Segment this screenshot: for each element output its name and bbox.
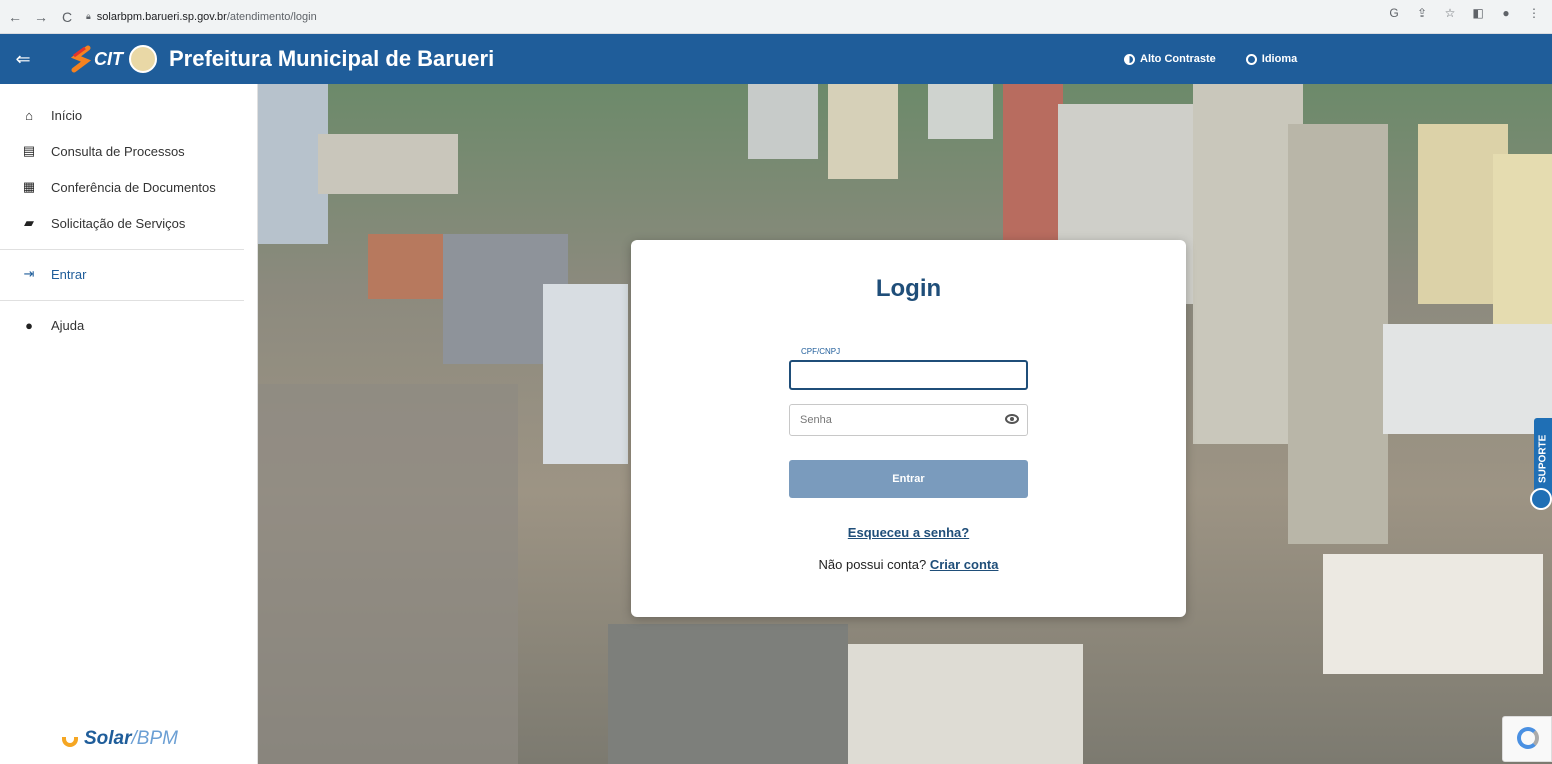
create-account-link[interactable]: Criar conta <box>930 557 999 572</box>
login-title: Login <box>875 275 942 302</box>
login-icon: ⇥ <box>23 266 35 281</box>
language-label: Idioma <box>1261 53 1298 65</box>
url-host: solarbpm.barueri.sp.gov.br <box>96 10 227 23</box>
signup-prompt-text: Não possui conta? <box>818 557 927 572</box>
neighborhood <box>258 384 518 764</box>
solar-sun-icon <box>62 737 78 747</box>
sidebar-divider <box>0 249 244 250</box>
building <box>928 84 993 139</box>
signup-prompt: Não possui conta? Criar conta <box>631 557 1186 572</box>
collapse-menu-icon[interactable]: ⇐ <box>0 34 46 84</box>
sidepanel-icon[interactable]: ◧ <box>1470 6 1486 20</box>
lock-icon: 🔒︎ <box>86 11 91 21</box>
sidebar-item-solicitacao-servicos[interactable]: ▰ Solicitação de Serviços <box>0 205 257 241</box>
sidebar-item-label: Início <box>51 107 83 123</box>
page-title: Prefeitura Municipal de Barueri <box>169 46 495 71</box>
recaptcha-icon <box>1517 727 1539 749</box>
building <box>1193 84 1303 444</box>
cit-logo-text: CIT <box>94 48 123 69</box>
address-bar[interactable]: 🔒︎ solarbpm.barueri.sp.gov.br/atendiment… <box>86 5 317 29</box>
building <box>838 644 1083 764</box>
chat-bubble-icon[interactable] <box>1530 488 1552 510</box>
google-icon[interactable]: G <box>1386 6 1402 20</box>
menu-dots-icon[interactable]: ⋮ <box>1526 6 1542 20</box>
header-actions: Alto Contraste Idioma <box>1124 34 1297 84</box>
password-input[interactable]: Senha <box>789 404 1028 436</box>
cpf-cnpj-input[interactable] <box>789 360 1028 390</box>
forgot-password-link[interactable]: Esqueceu a senha? <box>631 525 1186 540</box>
sidebar-item-ajuda[interactable]: ● Ajuda <box>0 307 257 343</box>
building <box>368 234 443 299</box>
language-button[interactable]: Idioma <box>1245 53 1298 65</box>
profile-icon[interactable]: ● <box>1498 6 1514 20</box>
login-submit-button[interactable]: Entrar <box>789 460 1028 498</box>
high-contrast-label: Alto Contraste <box>1140 53 1216 65</box>
high-contrast-button[interactable]: Alto Contraste <box>1124 53 1216 65</box>
contrast-icon <box>1124 53 1135 65</box>
help-icon: ● <box>25 317 33 333</box>
solar-bpm-logo: Solar/BPM <box>62 728 178 750</box>
sidebar-item-label: Conferência de Documentos <box>51 179 216 195</box>
forward-icon[interactable]: → <box>30 6 52 28</box>
building <box>748 84 818 159</box>
reload-icon[interactable]: C <box>56 6 78 28</box>
building <box>318 134 458 194</box>
app-header: ⇐ CIT Prefeitura Municipal de Barueri Al… <box>0 34 1552 84</box>
globe-icon <box>1245 53 1257 65</box>
building <box>1003 84 1063 244</box>
sidebar-item-consulta-processos[interactable]: ▤ Consulta de Processos <box>0 133 257 169</box>
building <box>1288 124 1388 544</box>
password-placeholder: Senha <box>800 414 832 426</box>
url-path: /atendimento/login <box>226 10 317 23</box>
list-icon: ▤ <box>22 143 36 158</box>
building <box>1323 554 1543 674</box>
sidebar-item-label: Solicitação de Serviços <box>51 215 186 231</box>
sidebar-item-label: Consulta de Processos <box>51 143 185 159</box>
sidebar-divider <box>0 300 244 301</box>
solar-logo-text: Solar <box>84 728 132 749</box>
share-icon[interactable]: ⇪ <box>1414 6 1430 20</box>
folder-plus-icon: ▰ <box>24 215 34 230</box>
building <box>828 84 898 179</box>
cit-logo: CIT <box>70 45 169 73</box>
bpm-logo-text: /BPM <box>131 728 178 749</box>
clipboard-icon: ▦ <box>22 179 36 194</box>
browser-toolbar: ← → C 🔒︎ solarbpm.barueri.sp.gov.br/aten… <box>0 0 1552 34</box>
cpf-cnpj-label: CPF/CNPJ <box>801 347 841 356</box>
eye-icon[interactable] <box>1005 414 1019 424</box>
sidebar-item-inicio[interactable]: ⌂ Início <box>0 97 257 133</box>
sidebar: ⌂ Início ▤ Consulta de Processos ▦ Confe… <box>0 84 258 764</box>
login-card: Login CPF/CNPJ Senha Entrar Esqueceu a s… <box>631 240 1186 617</box>
barueri-seal-icon <box>129 45 157 73</box>
sidebar-item-label: Ajuda <box>51 317 85 333</box>
sidebar-item-entrar[interactable]: ⇥ Entrar <box>0 256 257 292</box>
building <box>1383 324 1552 434</box>
cit-s-icon <box>70 45 92 73</box>
parking-lot <box>608 624 848 764</box>
back-icon[interactable]: ← <box>4 6 26 28</box>
home-icon: ⌂ <box>25 107 33 123</box>
sidebar-item-label: Entrar <box>51 266 87 282</box>
star-icon[interactable]: ☆ <box>1442 6 1458 20</box>
browser-actions: G ⇪ ☆ ◧ ● ⋮ <box>1386 6 1542 20</box>
building <box>1493 154 1552 334</box>
sidebar-item-conferencia-documentos[interactable]: ▦ Conferência de Documentos <box>0 169 257 205</box>
building <box>543 284 628 464</box>
recaptcha-badge <box>1502 716 1552 762</box>
